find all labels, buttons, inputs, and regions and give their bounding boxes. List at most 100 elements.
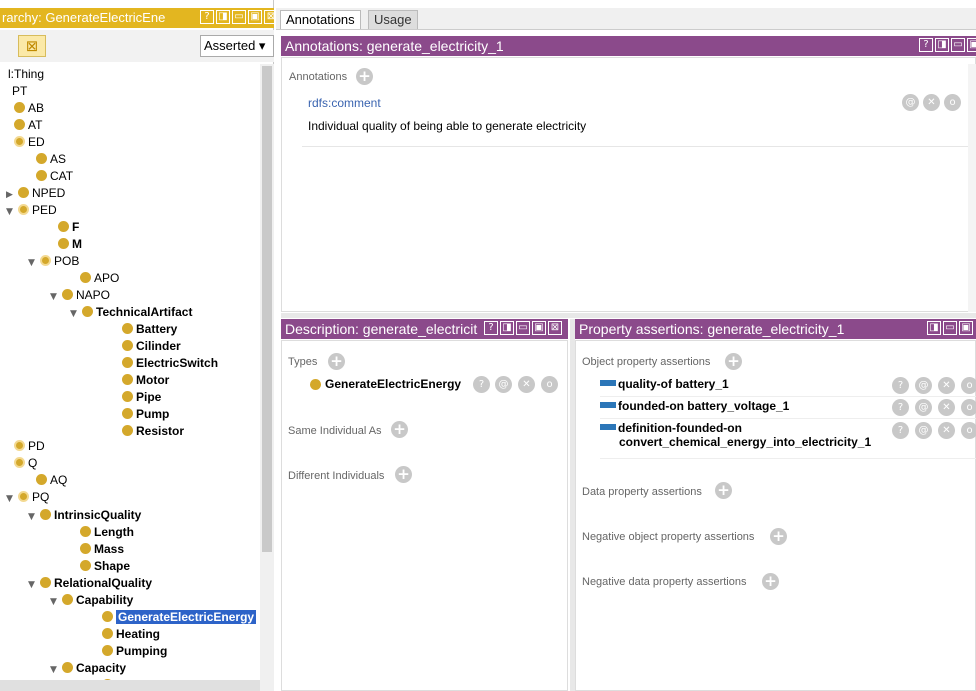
minimize-icon[interactable]: ▭ xyxy=(943,321,957,335)
add-object-property-button[interactable]: + xyxy=(725,353,742,370)
tree-horizontal-scrollbar[interactable] xyxy=(0,680,260,691)
close-icon[interactable]: ⊠ xyxy=(264,10,274,24)
tree-node[interactable]: ▼ NAPO xyxy=(50,287,110,304)
expanded-arrow-icon[interactable]: ▼ xyxy=(28,509,38,526)
delete-individual-icon[interactable]: ⊠ xyxy=(18,35,46,57)
asserted-select[interactable]: Asserted ▾ xyxy=(200,35,274,57)
annotate-icon[interactable]: @ xyxy=(902,94,919,111)
edit-annotation-icon[interactable]: o xyxy=(944,94,961,111)
tab-usage[interactable]: Usage xyxy=(368,10,418,29)
annotate-icon[interactable]: @ xyxy=(495,376,512,393)
tab-annotations[interactable]: Annotations xyxy=(280,10,361,29)
add-negative-object-property-button[interactable]: + xyxy=(770,528,787,545)
expanded-arrow-icon[interactable]: ▼ xyxy=(6,204,16,221)
tree-node[interactable]: Q xyxy=(14,455,37,472)
tree-node[interactable]: ▼ RelationalQuality xyxy=(28,575,152,592)
tree-node[interactable]: Heating xyxy=(102,626,160,643)
tree-node[interactable]: PT xyxy=(12,83,27,100)
tree-node[interactable]: Motor xyxy=(122,372,169,389)
help-icon[interactable]: ? xyxy=(484,321,498,335)
expanded-arrow-icon[interactable]: ▼ xyxy=(50,289,60,306)
tree-node[interactable]: ▼ Capacity xyxy=(50,660,126,677)
tree-node[interactable]: ED xyxy=(14,134,45,151)
minimize-icon[interactable]: ▭ xyxy=(951,38,965,52)
annotations-scrollbar[interactable] xyxy=(968,64,976,312)
tree-node[interactable]: Cilinder xyxy=(122,338,181,355)
edit-icon[interactable]: o xyxy=(961,422,976,439)
tree-node[interactable]: GenerateElectricEnergy xyxy=(102,609,257,626)
tree-node[interactable]: ▼ TechnicalArtifact xyxy=(70,304,192,321)
add-annotation-button[interactable]: + xyxy=(356,68,373,85)
delete-icon[interactable]: ✕ xyxy=(938,377,955,394)
help-icon[interactable]: ? xyxy=(892,399,909,416)
split-icon[interactable]: ◨ xyxy=(935,38,949,52)
tree-node[interactable]: ▼ Capability xyxy=(50,592,133,609)
tree-node[interactable]: Shape xyxy=(80,558,130,575)
annotate-icon[interactable]: @ xyxy=(915,377,932,394)
annotate-icon[interactable]: @ xyxy=(915,399,932,416)
expanded-arrow-icon[interactable]: ▼ xyxy=(70,306,80,323)
tree-node[interactable]: CAT xyxy=(36,168,73,185)
tree-node[interactable]: Pump xyxy=(122,406,169,423)
horizontal-splitter[interactable] xyxy=(281,313,976,318)
tree-node[interactable]: ▼ POB xyxy=(28,253,79,270)
tree-node[interactable]: Battery xyxy=(122,321,177,338)
add-different-individual-button[interactable]: + xyxy=(395,466,412,483)
expanded-arrow-icon[interactable]: ▼ xyxy=(50,594,60,611)
tree-node[interactable]: Resistor xyxy=(122,423,184,440)
expanded-arrow-icon[interactable]: ▼ xyxy=(6,491,16,508)
tree-node[interactable]: Mass xyxy=(80,541,124,558)
help-icon[interactable]: ? xyxy=(200,10,214,24)
maximize-icon[interactable]: ▣ xyxy=(532,321,546,335)
tree-node-label: GenerateElectricEnergy xyxy=(116,610,257,624)
add-same-individual-button[interactable]: + xyxy=(391,421,408,438)
edit-icon[interactable]: o xyxy=(541,376,558,393)
tree-node[interactable]: Pipe xyxy=(122,389,161,406)
tree-node[interactable]: M xyxy=(58,236,82,253)
tree-node[interactable]: AT xyxy=(14,117,42,134)
tree-node[interactable]: AQ xyxy=(36,472,67,489)
tree-node[interactable]: AB xyxy=(14,100,44,117)
delete-icon[interactable]: ✕ xyxy=(518,376,535,393)
add-data-property-button[interactable]: + xyxy=(715,482,732,499)
tree-node[interactable]: Length xyxy=(80,524,134,541)
tree-node[interactable]: ▼ PED xyxy=(6,202,57,219)
type-entry[interactable]: GenerateElectricEnergy xyxy=(310,377,461,391)
tree-scrollbar-thumb[interactable] xyxy=(262,66,272,552)
annotate-icon[interactable]: @ xyxy=(915,422,932,439)
tree-node[interactable]: AS xyxy=(36,151,66,168)
add-negative-data-property-button[interactable]: + xyxy=(762,573,779,590)
expanded-arrow-icon[interactable]: ▼ xyxy=(28,577,38,594)
maximize-icon[interactable]: ▣ xyxy=(248,10,262,24)
tree-node[interactable]: F xyxy=(58,219,79,236)
split-icon[interactable]: ◨ xyxy=(927,321,941,335)
expanded-arrow-icon[interactable]: ▼ xyxy=(28,255,38,272)
tree-node[interactable]: ▶ NPED xyxy=(6,185,65,202)
tree-node[interactable]: PD xyxy=(14,438,45,455)
tree-node[interactable]: Pumping xyxy=(102,643,167,660)
add-type-button[interactable]: + xyxy=(328,353,345,370)
minimize-icon[interactable]: ▭ xyxy=(232,10,246,24)
tree-node[interactable]: ElectricSwitch xyxy=(122,355,218,372)
help-icon[interactable]: ? xyxy=(919,38,933,52)
expanded-arrow-icon[interactable]: ▼ xyxy=(50,662,60,679)
close-icon[interactable]: ⊠ xyxy=(548,321,562,335)
delete-annotation-icon[interactable]: ✕ xyxy=(923,94,940,111)
maximize-icon[interactable]: ▣ xyxy=(967,38,976,52)
tree-node[interactable]: APO xyxy=(80,270,119,287)
delete-icon[interactable]: ✕ xyxy=(938,422,955,439)
help-icon[interactable]: ? xyxy=(892,377,909,394)
maximize-icon[interactable]: ▣ xyxy=(959,321,973,335)
tree-node[interactable]: ▼ PQ xyxy=(6,489,49,506)
tree-node[interactable]: ▼ IntrinsicQuality xyxy=(28,507,141,524)
tree-node[interactable]: l:Thing xyxy=(8,66,44,83)
help-icon[interactable]: ? xyxy=(473,376,490,393)
edit-icon[interactable]: o xyxy=(961,377,976,394)
help-icon[interactable]: ? xyxy=(892,422,909,439)
minimize-icon[interactable]: ▭ xyxy=(516,321,530,335)
split-icon[interactable]: ◨ xyxy=(500,321,514,335)
delete-icon[interactable]: ✕ xyxy=(938,399,955,416)
edit-icon[interactable]: o xyxy=(961,399,976,416)
split-icon[interactable]: ◨ xyxy=(216,10,230,24)
annotation-property[interactable]: rdfs:comment xyxy=(308,96,381,110)
